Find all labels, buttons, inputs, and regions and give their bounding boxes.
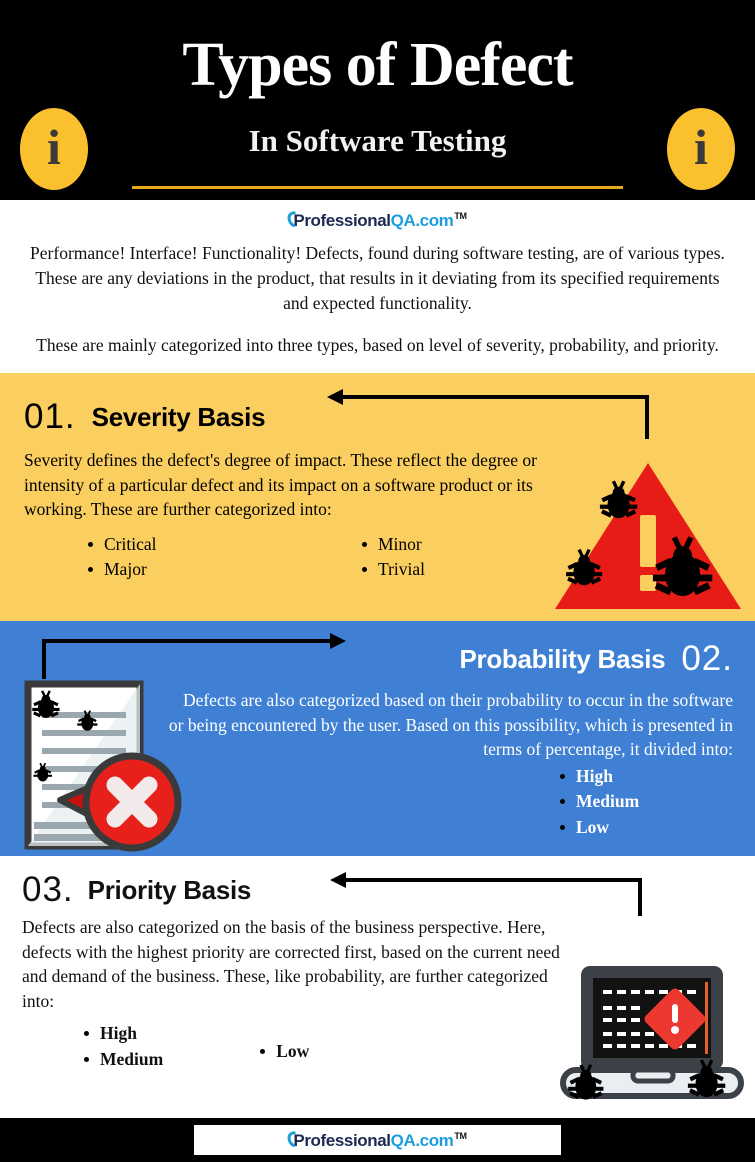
brand-trademark: TM: [454, 211, 467, 221]
section-1-bullets-right: Minor Trivial: [284, 532, 544, 583]
section-1-number: 01.: [24, 397, 76, 437]
section-2-number: 02.: [681, 639, 733, 679]
connector-arrow-3: [330, 872, 642, 917]
intro-text: Performance! Interface! Functionality! D…: [0, 235, 755, 374]
section-3-title: Priority Basis: [87, 874, 252, 905]
footer-bar: Professional QA.com TM: [0, 1118, 755, 1162]
list-item: Minor: [360, 532, 544, 557]
list-item: Medium: [558, 789, 733, 814]
section-3-number: 03.: [22, 870, 74, 910]
list-item: Low: [258, 1039, 309, 1064]
section-3-bullet-columns: High Medium Low: [22, 1021, 452, 1072]
footer-brand-logo: Professional QA.com TM: [284, 1128, 467, 1151]
list-item: Major: [86, 557, 284, 582]
section-1-heading: 01. Severity Basis: [24, 399, 731, 434]
list-item: Low: [558, 815, 733, 840]
brand-logo: Professional QA.com TM: [284, 208, 467, 231]
brand-name-dark: Professional: [293, 211, 391, 230]
list-item: Critical: [86, 532, 284, 557]
list-item: Trivial: [360, 557, 544, 582]
header-divider: [132, 186, 623, 189]
intro-paragraph-2: These are mainly categorized into three …: [36, 334, 719, 355]
brand-trademark: TM: [454, 1131, 467, 1141]
footer-logo-box: Professional QA.com TM: [194, 1125, 561, 1155]
brand-name-dark: Professional: [293, 1131, 391, 1150]
section-2-body: Defects are also categorized based on th…: [168, 690, 733, 760]
section-probability-basis: Probability Basis 02. Defects are also c…: [0, 621, 755, 857]
warning-triangle-icon: [555, 463, 741, 610]
header-banner: i i Types of Defect In Software Testing: [0, 0, 755, 200]
list-item: High: [82, 1021, 163, 1046]
section-2-bullets: High Medium Low: [433, 764, 733, 840]
section-1-body: Severity defines the defect's degree of …: [24, 450, 538, 520]
section-3-bullets-left: High Medium: [22, 1021, 163, 1072]
section-3-body: Defects are also categorized on the basi…: [22, 917, 560, 1011]
infographic-page: i i Types of Defect In Software Testing …: [0, 0, 755, 1162]
list-item: Medium: [82, 1047, 163, 1072]
section-1-bullets-left: Critical Major: [24, 532, 284, 583]
section-3-bullets-right: Low: [163, 1021, 309, 1072]
document-error-icon: [24, 680, 182, 852]
list-item: High: [558, 764, 733, 789]
page-title: Types of Defect: [182, 31, 573, 99]
brand-name-light: QA.com: [390, 1131, 454, 1150]
brand-logo-strip: Professional QA.com TM: [0, 200, 755, 235]
section-2-title: Probability Basis: [459, 643, 666, 674]
laptop-error-icon: [560, 966, 744, 1100]
section-severity-basis: 01. Severity Basis Severity defines the …: [0, 373, 755, 622]
section-priority-basis: 03. Priority Basis Defects are also cate…: [0, 856, 755, 1118]
intro-paragraph-1: Performance! Interface! Functionality! D…: [30, 243, 725, 313]
page-subtitle: In Software Testing: [248, 123, 507, 158]
bug-icon: [599, 480, 638, 519]
section-1-title: Severity Basis: [91, 401, 266, 432]
brand-name-light: QA.com: [390, 211, 454, 230]
section-1-bullet-columns: Critical Major Minor Trivial: [24, 532, 544, 583]
connector-arrow-2: [42, 633, 346, 680]
